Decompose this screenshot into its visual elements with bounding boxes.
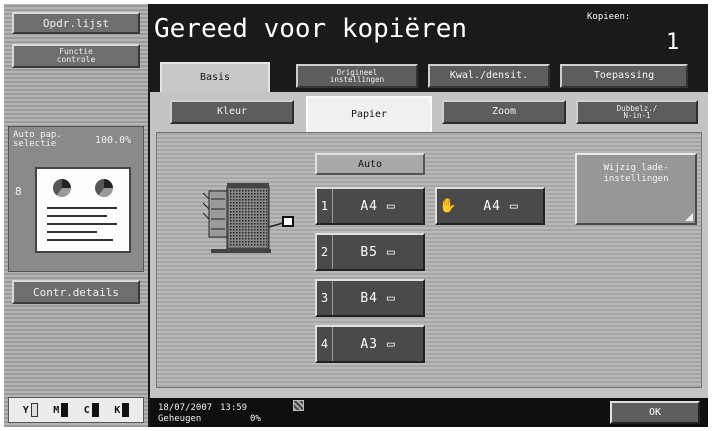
tray-number: 2 xyxy=(317,235,333,269)
network-status-icon xyxy=(293,400,304,411)
check-details-label: Contr.details xyxy=(32,285,120,299)
tab-toepassing[interactable]: Toepassing xyxy=(560,64,688,88)
change-tray-line2: instellingen xyxy=(603,173,669,184)
job-list-button[interactable]: Opdr.lijst xyxy=(12,12,140,34)
auto-paper-label: Auto xyxy=(357,158,383,170)
function-control-button[interactable]: Functie controle xyxy=(12,44,140,68)
text-line xyxy=(47,207,117,209)
toner-k: K xyxy=(114,403,130,417)
check-details-button[interactable]: Contr.details xyxy=(12,280,140,304)
original-preview-panel: Auto pap. selectie 100.0% 8 xyxy=(8,126,144,272)
text-line xyxy=(47,223,117,225)
tray-paper-size: A3 ▭ xyxy=(360,336,396,352)
toner-k-label: K xyxy=(114,404,121,416)
corner-indicator-icon xyxy=(685,213,693,221)
subtab-papier-label: Papier xyxy=(350,109,388,120)
text-line xyxy=(47,239,113,241)
toner-level-icon xyxy=(91,403,99,417)
text-line xyxy=(47,231,97,233)
subtab-papier[interactable]: Papier xyxy=(306,96,432,132)
tray-paper-size: A4 ▭ xyxy=(360,198,396,214)
tray-number: 1 xyxy=(317,189,333,223)
subtab-dubbelz-line2: N-in-1 xyxy=(623,111,651,120)
tray-number: 4 xyxy=(317,327,333,361)
original-count: 8 xyxy=(15,185,22,198)
tray-3-button[interactable]: 3 B4 ▭ xyxy=(315,279,425,317)
left-panel: Opdr.lijst Functie controle Auto pap. se… xyxy=(4,4,148,427)
toner-m: M xyxy=(53,403,69,417)
auto-paper-label: Auto pap. selectie xyxy=(13,131,62,149)
main-tabs: Basis Origineel instellingen Kwal./densi… xyxy=(150,62,708,92)
tab-toepassing-label: Toepassing xyxy=(593,70,655,81)
change-tray-line1: Wijzig lade- xyxy=(603,163,669,173)
change-tray-settings-button[interactable]: Wijzig lade- instellingen xyxy=(575,153,697,225)
copies-label: Kopieen: xyxy=(587,12,631,22)
tab-basis[interactable]: Basis xyxy=(160,62,270,92)
auto-paper-line2: selectie xyxy=(13,139,57,149)
toner-c-label: C xyxy=(83,404,90,416)
original-preview-image xyxy=(35,167,131,253)
memory-value: 0% xyxy=(250,414,261,424)
tray-4-button[interactable]: 4 A3 ▭ xyxy=(315,325,425,363)
tray-1-button[interactable]: 1 A4 ▭ xyxy=(315,187,425,225)
job-list-label: Opdr.lijst xyxy=(42,16,110,30)
manual-paper-size: A4 ▭ xyxy=(483,198,519,214)
ok-button[interactable]: OK xyxy=(610,401,700,424)
auto-paper-button[interactable]: Auto xyxy=(315,153,425,175)
subtab-kleur-label: Kleur xyxy=(216,106,248,117)
toner-y: Y xyxy=(23,403,38,417)
memory-label: Geheugen xyxy=(158,414,202,424)
pie-graphic-icon xyxy=(53,179,71,197)
zoom-readout: 100.0% xyxy=(95,135,132,146)
subtab-zoom[interactable]: Zoom xyxy=(442,100,566,124)
copier-screen: Opdr.lijst Functie controle Auto pap. se… xyxy=(4,4,708,427)
tray-number: 3 xyxy=(317,281,333,315)
copier-machine-icon xyxy=(202,183,294,253)
manual-bypass-button[interactable]: ✋ A4 ▭ xyxy=(435,187,545,225)
toner-c: C xyxy=(84,403,99,417)
status-title: Gereed voor kopiëren xyxy=(154,14,468,44)
footer-time: 13:59 xyxy=(220,403,248,413)
subtab-kleur[interactable]: Kleur xyxy=(170,100,294,124)
pie-graphic-icon xyxy=(95,179,113,197)
tab-kwaliteit[interactable]: Kwal./densit. xyxy=(428,64,550,88)
function-label-line2: controle xyxy=(56,55,96,64)
hand-icon: ✋ xyxy=(439,198,457,214)
text-line xyxy=(47,215,107,217)
tray-paper-size: B4 ▭ xyxy=(360,290,396,306)
toner-level-icon xyxy=(30,403,38,417)
ok-label: OK xyxy=(648,407,662,418)
subtab-zoom-label: Zoom xyxy=(491,106,517,117)
paper-selection-area: Auto 1 A4 ▭ 2 B5 ▭ 3 B4 ▭ 4 A3 ▭ ✋ A4 ▭ xyxy=(156,132,702,388)
toner-status: Y M C K xyxy=(8,397,144,423)
status-footer: 18/07/2007 13:59 Geheugen 0% OK xyxy=(150,398,708,427)
tab-basis-label: Basis xyxy=(199,72,231,83)
tray-2-button[interactable]: 2 B5 ▭ xyxy=(315,233,425,271)
copies-count: 1 xyxy=(666,30,680,55)
basis-panel: Kleur Papier Zoom Dubbelz./ N-in-1 Auto … xyxy=(150,92,708,398)
toner-level-icon xyxy=(122,403,130,417)
toner-m-label: M xyxy=(53,404,60,416)
toner-y-label: Y xyxy=(22,404,29,416)
tray-paper-size: B5 ▭ xyxy=(360,244,396,260)
tab-origineel-line2: instellingen xyxy=(329,75,385,84)
subtab-dubbelzijdig[interactable]: Dubbelz./ N-in-1 xyxy=(576,100,698,124)
toner-level-icon xyxy=(61,403,69,417)
tab-origineel[interactable]: Origineel instellingen xyxy=(296,64,418,88)
footer-date: 18/07/2007 xyxy=(158,403,213,413)
tab-kwaliteit-label: Kwal./densit. xyxy=(449,70,529,81)
